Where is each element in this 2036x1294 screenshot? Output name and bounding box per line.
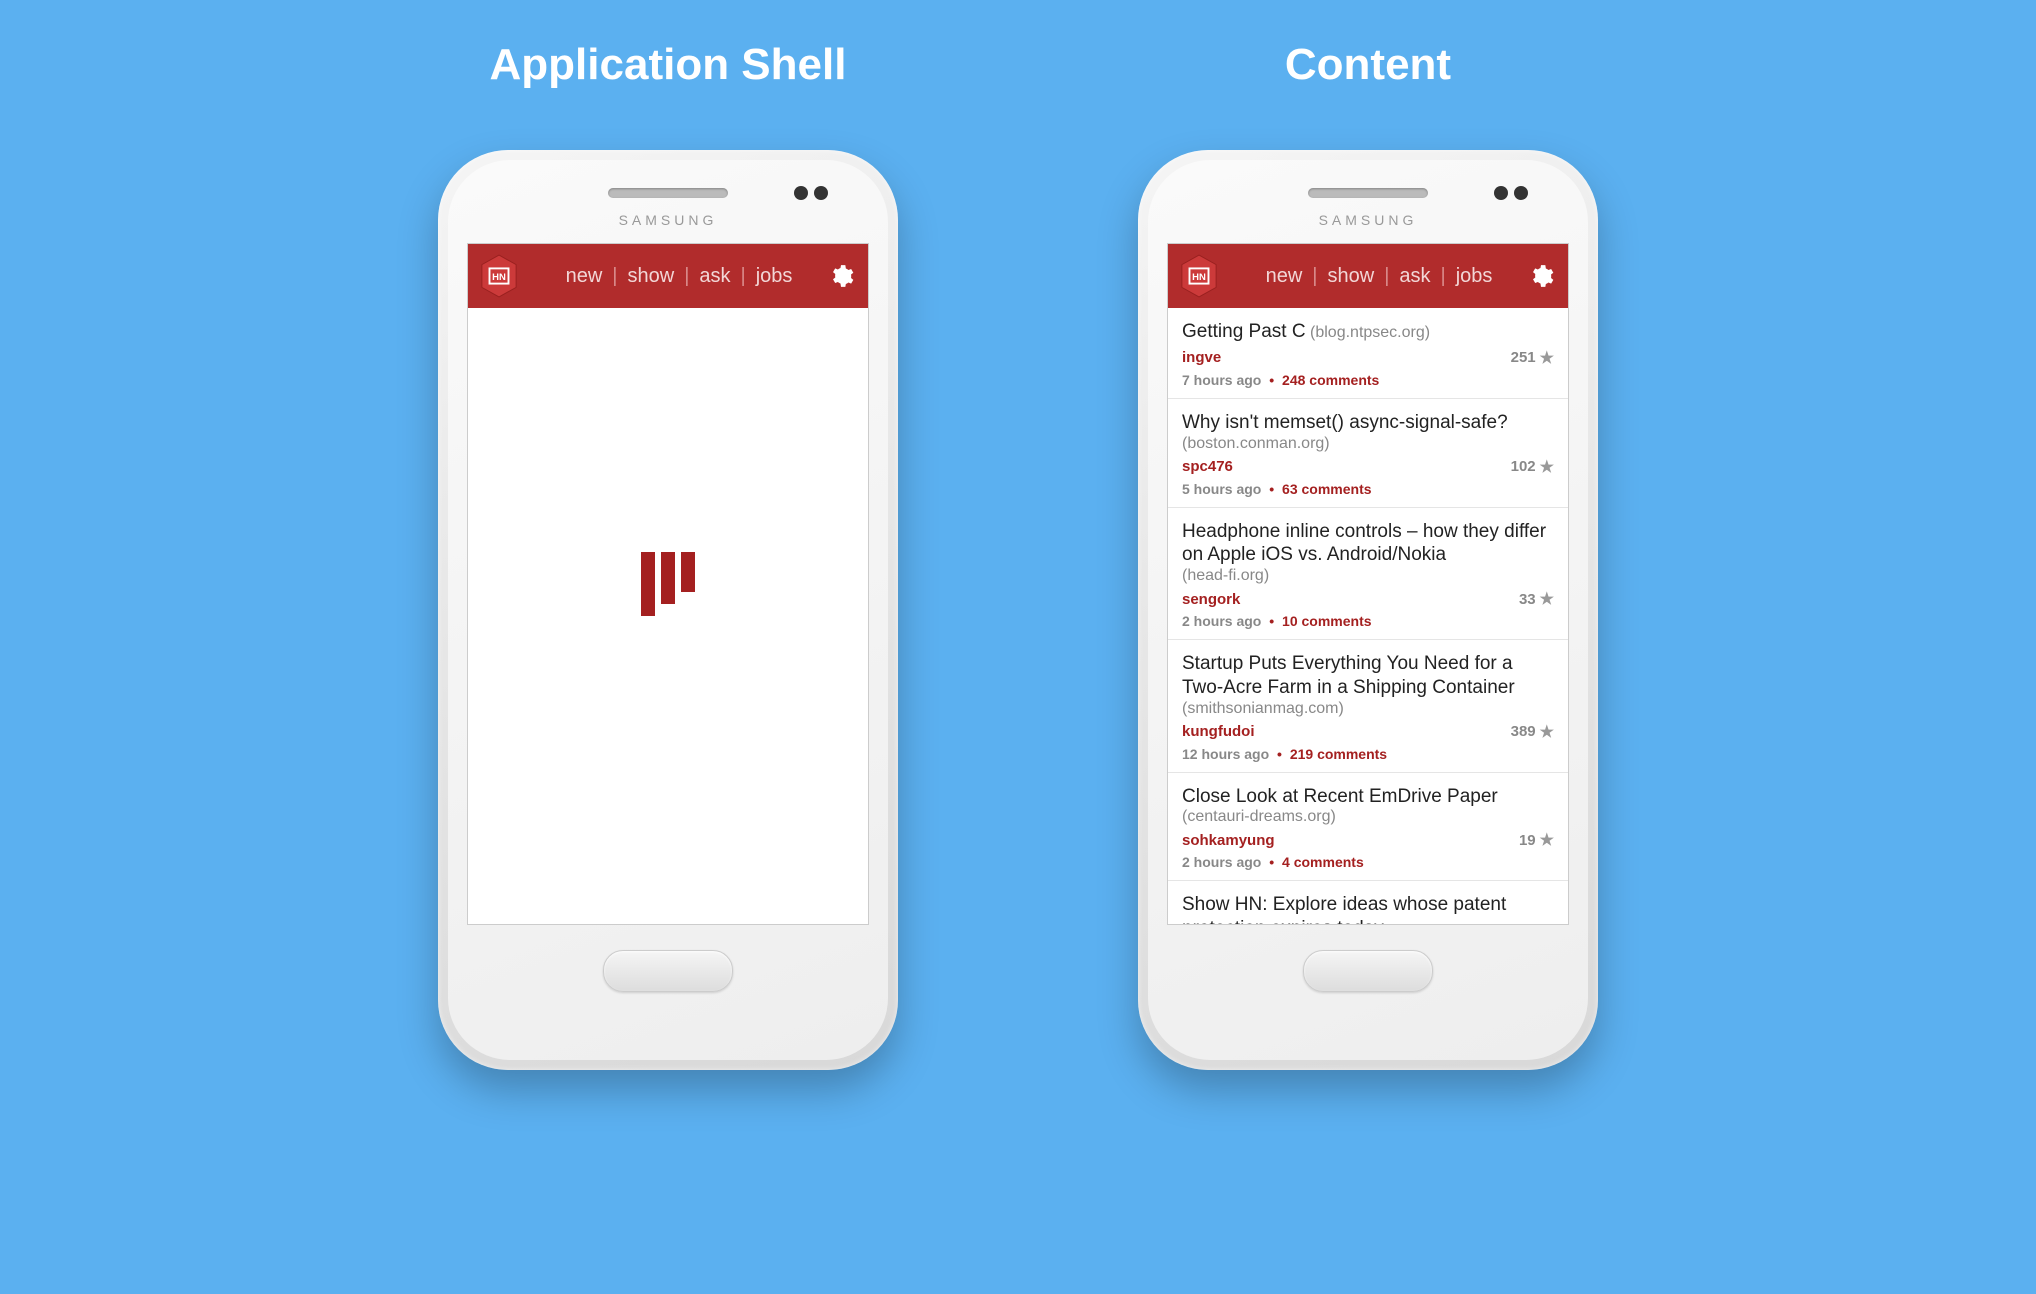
svg-text:HN: HN (1192, 272, 1206, 283)
story-item[interactable]: Why isn't memset() async-signal-safe? (b… (1168, 399, 1568, 508)
story-comments[interactable]: 10 comments (1282, 613, 1371, 629)
nav-show[interactable]: show (627, 265, 674, 288)
phone-frame-right: SAMSUNG HN new | s (1138, 150, 1598, 1070)
story-item[interactable]: Getting Past C (blog.ntpsec.org) ingve 2… (1168, 308, 1568, 399)
star-icon: ★ (1540, 830, 1554, 850)
story-points: 389 ★ (1511, 722, 1554, 742)
story-item[interactable]: Headphone inline controls – how they dif… (1168, 508, 1568, 641)
story-time: 5 hours ago (1182, 481, 1261, 497)
column-shell: Application Shell SAMSUNG HN (438, 40, 898, 1070)
story-comments[interactable]: 219 comments (1290, 746, 1387, 762)
column-title-shell: Application Shell (490, 40, 847, 90)
speaker-grille (608, 188, 728, 198)
speaker-grille (1308, 188, 1428, 198)
story-author[interactable]: ingve (1182, 349, 1221, 366)
story-item[interactable]: Show HN: Explore ideas whose patent prot… (1168, 881, 1568, 924)
story-domain: (blog.ntpsec.org) (1310, 324, 1430, 341)
story-points: 102 ★ (1511, 457, 1554, 477)
hn-logo-icon[interactable]: HN (1180, 254, 1218, 298)
story-comments[interactable]: 63 comments (1282, 481, 1371, 497)
screen-left: HN new | show | ask | jobs (468, 244, 868, 924)
story-title[interactable]: Show HN: Explore ideas whose patent prot… (1182, 894, 1506, 924)
story-item[interactable]: Startup Puts Everything You Need for a T… (1168, 640, 1568, 773)
story-domain: (boston.conman.org) (1182, 435, 1554, 453)
star-icon: ★ (1540, 457, 1554, 477)
diagram-stage: Application Shell SAMSUNG HN (0, 0, 2036, 1070)
nav-ask[interactable]: ask (699, 265, 730, 288)
nav-ask[interactable]: ask (1399, 265, 1430, 288)
sensor-dots (794, 186, 828, 200)
home-button[interactable] (603, 950, 733, 992)
story-time: 2 hours ago (1182, 854, 1261, 870)
nav-new[interactable]: new (1266, 265, 1303, 288)
story-domain: (centauri-dreams.org) (1182, 808, 1554, 826)
home-button[interactable] (1303, 950, 1433, 992)
nav-jobs[interactable]: jobs (756, 265, 793, 288)
nav-new[interactable]: new (566, 265, 603, 288)
phone-brand-label: SAMSUNG (619, 212, 718, 228)
hn-logo-icon[interactable]: HN (480, 254, 518, 298)
story-item[interactable]: Close Look at Recent EmDrive Paper (cent… (1168, 773, 1568, 882)
phone-frame-left: SAMSUNG HN new | s (438, 150, 898, 1070)
story-title[interactable]: Startup Puts Everything You Need for a T… (1182, 653, 1515, 698)
story-author[interactable]: spc476 (1182, 458, 1233, 475)
sensor-dots (1494, 186, 1528, 200)
story-comments[interactable]: 248 comments (1282, 372, 1379, 388)
column-content: Content SAMSUNG HN (1138, 40, 1598, 1070)
svg-text:HN: HN (492, 272, 506, 283)
story-time: 2 hours ago (1182, 613, 1261, 629)
star-icon: ★ (1540, 589, 1554, 609)
nav-jobs[interactable]: jobs (1456, 265, 1493, 288)
story-author[interactable]: sohkamyung (1182, 832, 1275, 849)
story-title[interactable]: Close Look at Recent EmDrive Paper (1182, 786, 1498, 807)
story-points: 33 ★ (1519, 589, 1554, 609)
app-header: HN new | show | ask | jobs (468, 244, 868, 308)
star-icon: ★ (1540, 722, 1554, 742)
gear-icon[interactable] (826, 261, 856, 291)
phone-inner: SAMSUNG HN new | s (448, 160, 888, 1060)
phone-inner: SAMSUNG HN new | s (1148, 160, 1588, 1060)
story-domain: (head-fi.org) (1182, 567, 1554, 585)
gear-icon[interactable] (1526, 261, 1556, 291)
story-points: 19 ★ (1519, 830, 1554, 850)
story-author[interactable]: kungfudoi (1182, 723, 1254, 740)
story-list[interactable]: Getting Past C (blog.ntpsec.org) ingve 2… (1168, 308, 1568, 924)
app-header: HN new | show | ask | jobs (1168, 244, 1568, 308)
story-time: 12 hours ago (1182, 746, 1269, 762)
story-time: 7 hours ago (1182, 372, 1261, 388)
star-icon: ★ (1540, 348, 1554, 368)
story-author[interactable]: sengork (1182, 591, 1240, 608)
screen-right: HN new | show | ask | jobs (1168, 244, 1568, 924)
story-title[interactable]: Getting Past C (1182, 321, 1306, 342)
story-title[interactable]: Headphone inline controls – how they dif… (1182, 521, 1546, 566)
loading-icon (641, 552, 695, 616)
story-points: 251 ★ (1511, 348, 1554, 368)
nav-items: new | show | ask | jobs (1232, 265, 1526, 288)
column-title-content: Content (1285, 40, 1451, 90)
nav-show[interactable]: show (1327, 265, 1374, 288)
phone-brand-label: SAMSUNG (1319, 212, 1418, 228)
story-domain: (smithsonianmag.com) (1182, 700, 1554, 718)
story-comments[interactable]: 4 comments (1282, 854, 1364, 870)
nav-items: new | show | ask | jobs (532, 265, 826, 288)
story-title[interactable]: Why isn't memset() async-signal-safe? (1182, 412, 1508, 433)
